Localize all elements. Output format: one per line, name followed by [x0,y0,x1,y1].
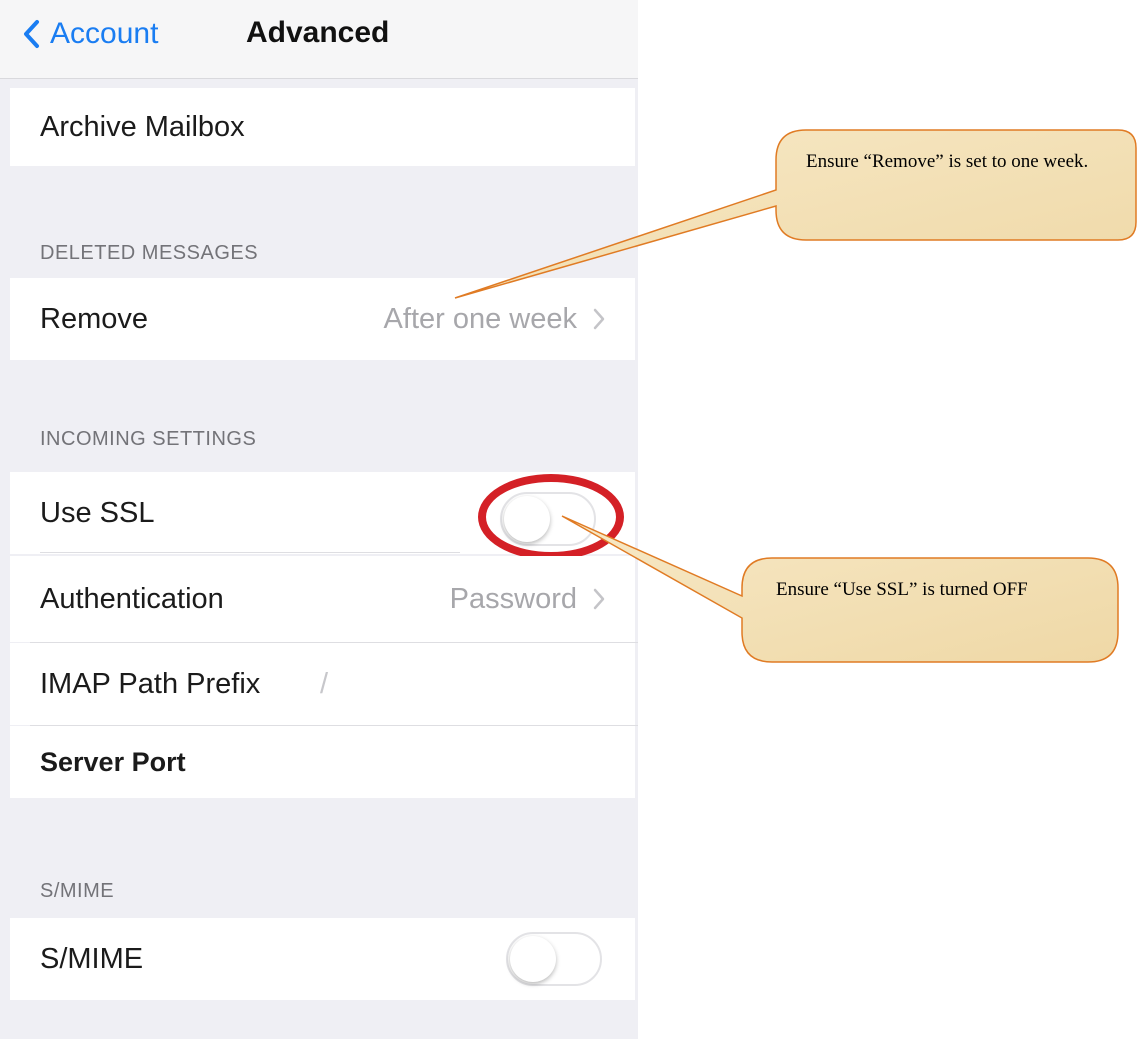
authentication-row[interactable]: Authentication Password [10,556,635,642]
imap-path-prefix-value[interactable]: / [320,668,328,701]
ssl-callout-text: Ensure “Use SSL” is turned OFF [776,579,1028,600]
remove-callout-text: Ensure “Remove” is set to one week. [806,151,1089,172]
remove-value: After one week [384,303,605,336]
remove-label: Remove [40,302,148,335]
remove-value-text: After one week [383,302,577,335]
chevron-right-icon [593,588,605,610]
imap-path-prefix-row[interactable]: IMAP Path Prefix / [10,643,635,725]
server-port-row[interactable]: Server Port [10,726,635,798]
use-ssl-label: Use SSL [40,496,155,529]
smime-label: S/MIME [40,942,144,975]
row-divider [40,552,460,553]
smime-toggle[interactable] [506,932,602,986]
settings-screen: Account Advanced Archive Mailbox DELETED… [0,0,638,1039]
deleted-messages-header: DELETED MESSAGES [40,242,259,264]
page-title: Advanced [246,16,390,49]
authentication-value: Password [450,583,605,616]
authentication-value-text: Password [449,582,577,615]
server-port-label: Server Port [40,746,186,777]
chevron-right-icon [593,308,605,330]
authentication-label: Authentication [40,582,224,615]
archive-mailbox-label: Archive Mailbox [40,110,245,143]
incoming-settings-header: INCOMING SETTINGS [40,428,257,450]
toggle-knob [504,496,550,542]
smime-header: S/MIME [40,880,115,902]
back-button-label: Account [50,17,159,50]
imap-path-prefix-label: IMAP Path Prefix [40,667,261,700]
back-button[interactable]: Account [22,14,158,54]
navigation-bar: Account Advanced [0,0,638,79]
toggle-knob [510,936,556,982]
chevron-left-icon [24,20,39,48]
use-ssl-toggle[interactable] [500,492,596,546]
remove-row[interactable]: Remove After one week [10,278,635,360]
archive-mailbox-row[interactable]: Archive Mailbox [10,88,635,166]
